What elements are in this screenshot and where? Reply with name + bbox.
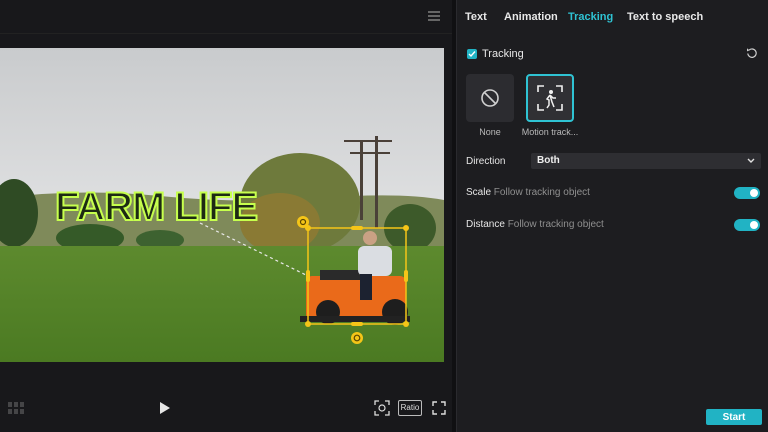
tracking-option-none[interactable] [466,74,514,122]
option-label-none: None [479,127,501,137]
menu-icon[interactable] [428,11,440,21]
preview-toolbar [0,0,452,34]
tracking-option-motion[interactable] [526,74,574,122]
direction-label: Direction [466,156,506,167]
none-icon [481,89,499,107]
motion-tracking-icon [537,85,563,111]
tab-animation[interactable]: Animation [504,11,558,23]
grid-icon[interactable] [8,402,24,414]
direction-value: Both [537,155,560,166]
tracking-label: Tracking [482,48,524,60]
distance-label: Distance [466,219,505,230]
distance-toggle[interactable] [734,219,760,231]
start-button[interactable]: Start [706,409,762,425]
tab-text-to-speech[interactable]: Text to speech [627,11,703,23]
scale-toggle[interactable] [734,187,760,199]
properties-panel: Text Animation Tracking Text to speech T… [456,0,768,432]
scale-sub-label: Follow tracking object [493,187,590,198]
player-controls: Ratio [0,396,452,426]
tab-bar: Text Animation Tracking Text to speech [457,0,768,34]
scale-label: Scale [466,187,492,198]
scan-icon[interactable] [374,400,390,416]
tab-tracking[interactable]: Tracking [568,11,613,23]
chevron-down-icon [747,158,755,163]
video-canvas[interactable]: FARM LIFE [0,48,444,362]
option-label-motion: Motion track... [521,127,579,137]
reset-icon[interactable] [746,47,758,59]
distance-row: Distance Follow tracking object [466,219,604,230]
video-frame-image: FARM LIFE [0,48,444,362]
check-icon [468,51,476,58]
distance-sub-label: Follow tracking object [507,219,604,230]
tab-text[interactable]: Text [465,11,487,23]
play-button[interactable] [159,401,171,415]
preview-panel: FARM LIFE Ratio [0,0,452,432]
farm-life-text-overlay: FARM LIFE [55,185,257,229]
tracking-checkbox[interactable] [467,49,477,59]
fullscreen-icon[interactable] [432,400,446,416]
ratio-button[interactable]: Ratio [398,400,422,416]
direction-select[interactable]: Both [531,153,761,169]
scale-row: Scale Follow tracking object [466,187,590,198]
